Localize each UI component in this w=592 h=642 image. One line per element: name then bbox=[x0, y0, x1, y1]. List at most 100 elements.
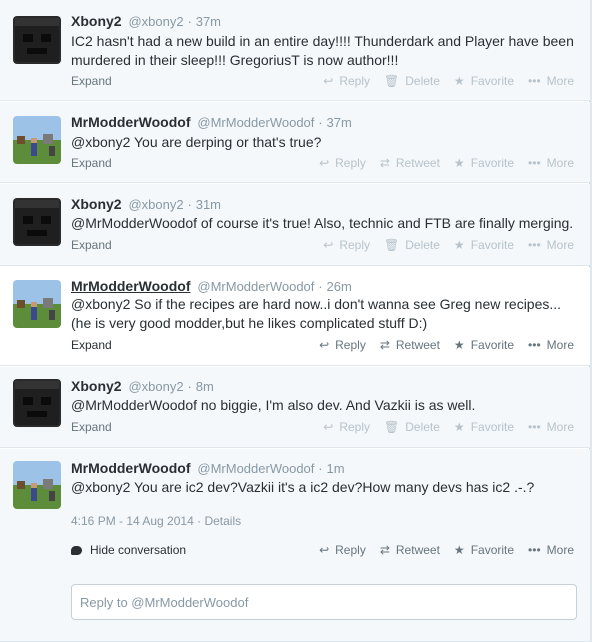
separator: · bbox=[318, 115, 323, 130]
tweet-3[interactable]: Xbony2 @xbony2 · 31m @MrModderWoodof of … bbox=[0, 184, 590, 266]
tweet-timestamp[interactable]: 4:16 PM - 14 Aug 2014 bbox=[71, 514, 194, 528]
more-label: More bbox=[546, 543, 574, 557]
more-button[interactable]: ••• More bbox=[528, 543, 574, 557]
retweet-icon: ⇄ bbox=[379, 543, 390, 557]
author-handle[interactable]: @xbony2 bbox=[128, 14, 183, 29]
delete-button[interactable]: 🗑 Delete bbox=[384, 74, 440, 88]
avatar-mrmodderwoodof[interactable] bbox=[13, 461, 61, 509]
trash-icon: 🗑 bbox=[384, 74, 400, 88]
tweet-text: @xbony2 You are ic2 dev?Vazkii it's a ic… bbox=[71, 479, 535, 495]
reply-button[interactable]: ↩ Reply bbox=[323, 420, 370, 434]
reply-button[interactable]: ↩ Reply bbox=[323, 238, 370, 252]
author-name[interactable]: MrModderWoodof bbox=[71, 460, 191, 476]
author-handle[interactable]: @xbony2 bbox=[128, 379, 183, 394]
expand-link[interactable]: Expand bbox=[71, 156, 112, 170]
tweet-actions: ↩ Reply 🗑 Delete ★ Favorite ••• More bbox=[309, 420, 574, 434]
author-handle[interactable]: @MrModderWoodof bbox=[197, 461, 314, 476]
retweet-label: Retweet bbox=[395, 156, 440, 170]
retweet-button[interactable]: ⇄ Retweet bbox=[380, 543, 440, 557]
reply-icon: ↩ bbox=[323, 74, 334, 88]
expand-link[interactable]: Expand bbox=[71, 420, 112, 434]
tweet-time[interactable]: 26m bbox=[327, 279, 352, 294]
reply-input[interactable]: Reply to @MrModderWoodof bbox=[71, 584, 577, 620]
favorite-button[interactable]: ★ Favorite bbox=[454, 338, 514, 352]
star-icon: ★ bbox=[453, 74, 465, 88]
avatar-mrmodderwoodof[interactable] bbox=[13, 116, 61, 164]
tweet-actions: ↩ Reply ⇄ Retweet ★ Favorite ••• More bbox=[305, 543, 574, 557]
avatar-xbony2[interactable] bbox=[13, 379, 61, 427]
favorite-label: Favorite bbox=[470, 420, 515, 434]
author-name[interactable]: MrModderWoodof bbox=[71, 278, 191, 294]
favorite-button[interactable]: ★ Favorite bbox=[454, 238, 514, 252]
reply-icon: ↩ bbox=[319, 543, 330, 557]
reply-label: Reply bbox=[339, 238, 370, 252]
more-label: More bbox=[546, 338, 574, 352]
tweet-time[interactable]: 1m bbox=[327, 461, 345, 476]
delete-button[interactable]: 🗑 Delete bbox=[384, 420, 440, 434]
star-icon: ★ bbox=[453, 543, 465, 557]
avatar-xbony2[interactable] bbox=[13, 198, 61, 246]
star-icon: ★ bbox=[453, 420, 465, 434]
expand-link[interactable]: Expand bbox=[71, 338, 112, 352]
reply-button[interactable]: ↩ Reply bbox=[319, 543, 366, 557]
retweet-label: Retweet bbox=[395, 543, 440, 557]
favorite-label: Favorite bbox=[470, 543, 515, 557]
wither-skull-icon bbox=[13, 379, 61, 427]
more-dots-icon: ••• bbox=[528, 156, 541, 170]
more-button[interactable]: ••• More bbox=[528, 238, 574, 252]
retweet-button[interactable]: ⇄ Retweet bbox=[380, 338, 440, 352]
tweet-time[interactable]: 8m bbox=[196, 379, 214, 394]
avatar-mrmodderwoodof[interactable] bbox=[13, 280, 61, 328]
delete-button[interactable]: 🗑 Delete bbox=[384, 238, 440, 252]
delete-label: Delete bbox=[405, 74, 440, 88]
separator: · bbox=[318, 279, 323, 294]
tweet-header: Xbony2 @xbony2 · 31m bbox=[71, 196, 221, 212]
favorite-button[interactable]: ★ Favorite bbox=[454, 156, 514, 170]
more-button[interactable]: ••• More bbox=[528, 420, 574, 434]
tweet-text: @xbony2 You are derping or that's true? bbox=[71, 134, 322, 150]
tweet-text: @xbony2 So if the recipes are hard now..… bbox=[71, 296, 562, 331]
more-button[interactable]: ••• More bbox=[528, 156, 574, 170]
avatar-xbony2[interactable] bbox=[13, 16, 61, 64]
tweet-time[interactable]: 31m bbox=[196, 197, 221, 212]
more-button[interactable]: ••• More bbox=[528, 74, 574, 88]
tweet-4[interactable]: MrModderWoodof @MrModderWoodof · 26m @xb… bbox=[0, 267, 590, 366]
star-icon: ★ bbox=[453, 156, 465, 170]
favorite-button[interactable]: ★ Favorite bbox=[454, 420, 514, 434]
minecraft-scene-icon bbox=[13, 116, 61, 164]
hide-conversation-button[interactable]: Hide conversation bbox=[71, 543, 186, 557]
more-dots-icon: ••• bbox=[528, 338, 541, 352]
tweet-5[interactable]: Xbony2 @xbony2 · 8m @MrModderWoodof no b… bbox=[0, 367, 590, 448]
favorite-button[interactable]: ★ Favorite bbox=[454, 74, 514, 88]
trash-icon: 🗑 bbox=[384, 420, 400, 434]
reply-icon: ↩ bbox=[323, 238, 334, 252]
expand-link[interactable]: Expand bbox=[71, 74, 112, 88]
author-name[interactable]: Xbony2 bbox=[71, 378, 122, 394]
author-name[interactable]: Xbony2 bbox=[71, 196, 122, 212]
author-name[interactable]: MrModderWoodof bbox=[71, 114, 191, 130]
author-handle[interactable]: @MrModderWoodof bbox=[197, 279, 314, 294]
reply-icon: ↩ bbox=[323, 420, 334, 434]
author-name[interactable]: Xbony2 bbox=[71, 13, 122, 29]
reply-button[interactable]: ↩ Reply bbox=[319, 338, 366, 352]
expand-link[interactable]: Expand bbox=[71, 238, 112, 252]
more-button[interactable]: ••• More bbox=[528, 338, 574, 352]
tweet-1[interactable]: Xbony2 @xbony2 · 37m IC2 hasn't had a ne… bbox=[0, 0, 590, 101]
more-label: More bbox=[546, 238, 574, 252]
reply-button[interactable]: ↩ Reply bbox=[319, 156, 366, 170]
author-handle[interactable]: @xbony2 bbox=[128, 197, 183, 212]
separator: · bbox=[197, 514, 202, 528]
reply-button[interactable]: ↩ Reply bbox=[323, 74, 370, 88]
tweet-actions: ↩ Reply ⇄ Retweet ★ Favorite ••• More bbox=[305, 156, 574, 170]
delete-label: Delete bbox=[405, 238, 440, 252]
favorite-label: Favorite bbox=[470, 238, 515, 252]
reply-label: Reply bbox=[335, 543, 366, 557]
favorite-button[interactable]: ★ Favorite bbox=[454, 543, 514, 557]
tweet-2[interactable]: MrModderWoodof @MrModderWoodof · 37m @xb… bbox=[0, 102, 590, 183]
retweet-button[interactable]: ⇄ Retweet bbox=[380, 156, 440, 170]
tweet-time[interactable]: 37m bbox=[196, 14, 221, 29]
author-handle[interactable]: @MrModderWoodof bbox=[197, 115, 314, 130]
conversation-panel: Xbony2 @xbony2 · 37m IC2 hasn't had a ne… bbox=[0, 0, 590, 642]
tweet-time[interactable]: 37m bbox=[327, 115, 352, 130]
details-link[interactable]: Details bbox=[204, 514, 241, 528]
